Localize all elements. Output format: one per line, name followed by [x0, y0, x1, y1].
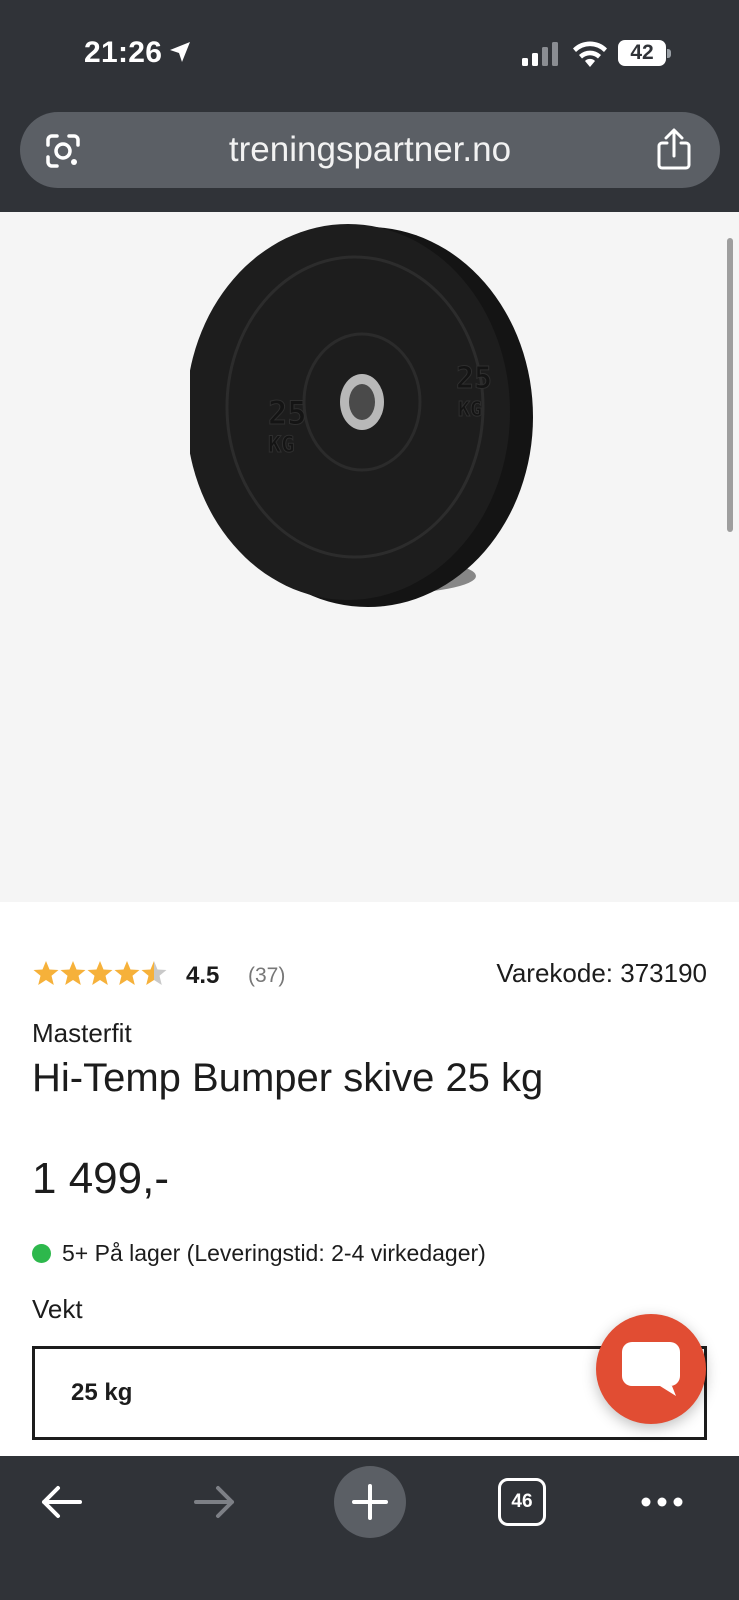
rating-count[interactable]: (37) [248, 964, 285, 988]
plate-weight-label-right: 25 [456, 361, 492, 396]
in-stock-dot-icon [32, 1244, 51, 1263]
share-icon[interactable] [654, 128, 694, 170]
location-arrow-icon [170, 42, 190, 62]
plate-unit-label-right: KG [458, 397, 482, 421]
product-brand[interactable]: Masterfit [32, 1018, 132, 1049]
weight-option-label: Vekt [32, 1294, 83, 1324]
chat-bubble-icon [622, 1342, 680, 1396]
rating-stars[interactable] [32, 960, 172, 988]
browser-top-chrome: 21:26 42 treningspartner.no [0, 0, 739, 212]
battery-level: 42 [630, 41, 654, 64]
product-price: 1 499,- [32, 1154, 169, 1203]
product-image-bumper-plate[interactable]: 25 KG 25 KG [190, 212, 550, 622]
star-half-icon-5 [141, 961, 167, 985]
arrow-left-icon[interactable] [38, 1478, 86, 1526]
stock-status: 5+ På lager (Leveringstid: 2-4 virkedage… [62, 1240, 486, 1266]
product-title: Hi-Temp Bumper skive 25 kg [32, 1056, 544, 1100]
new-tab-button[interactable] [334, 1466, 406, 1538]
signal-icon [522, 42, 558, 66]
page-scrollbar[interactable] [727, 238, 733, 532]
star-icon-4 [114, 961, 140, 985]
browser-bottom-toolbar: 46 [0, 1456, 739, 1600]
address-bar[interactable]: treningspartner.no [20, 112, 720, 188]
weight-option-value[interactable]: 25 kg [71, 1379, 132, 1407]
wifi-icon [573, 41, 607, 67]
star-icon-2 [60, 961, 86, 985]
arrow-right-icon[interactable] [190, 1478, 238, 1526]
plate-unit-label-left: KG [268, 433, 295, 458]
url-text[interactable]: treningspartner.no [20, 130, 720, 170]
battery-indicator: 42 [618, 40, 671, 66]
star-icon-3 [87, 961, 113, 985]
plus-icon [352, 1484, 388, 1520]
status-time: 21:26 [84, 36, 163, 69]
more-dots-icon[interactable] [638, 1478, 686, 1526]
tab-switcher-button[interactable]: 46 [498, 1478, 546, 1526]
tab-count: 46 [511, 1491, 533, 1512]
chat-button[interactable] [596, 1314, 706, 1424]
star-icon-1 [33, 961, 59, 985]
plate-weight-label-left: 25 [268, 394, 307, 432]
product-sku: Varekode: 373190 [496, 958, 707, 988]
product-image-area[interactable]: 25 KG 25 KG [0, 212, 739, 902]
rating-value: 4.5 [186, 962, 220, 989]
